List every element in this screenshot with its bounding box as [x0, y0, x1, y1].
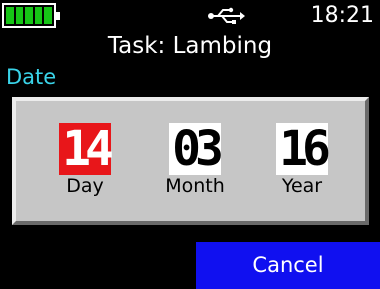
page-title: Task: Lambing	[107, 33, 273, 59]
month-label: Month	[165, 175, 225, 197]
usb-icon	[208, 7, 245, 24]
cancel-button[interactable]: Cancel	[196, 242, 380, 289]
year-value[interactable]: 16	[276, 123, 331, 175]
battery-cell	[6, 7, 14, 24]
year-field[interactable]: 16 Year	[252, 123, 352, 197]
battery-icon	[2, 3, 60, 28]
battery-cell	[44, 7, 52, 24]
clock: 18:21	[310, 3, 374, 28]
month-field[interactable]: 03 Month	[145, 123, 245, 197]
year-label: Year	[281, 175, 323, 197]
day-field[interactable]: 14 Day	[35, 123, 135, 197]
battery-cell	[15, 7, 24, 24]
date-picker: 14 Day 03 Month 16 Year	[12, 97, 369, 225]
month-value[interactable]: 03	[169, 123, 224, 175]
battery-terminal	[56, 12, 60, 20]
section-label-date: Date	[6, 65, 57, 89]
battery-cell	[34, 7, 43, 24]
battery-cell	[25, 7, 33, 24]
day-label: Day	[66, 175, 104, 197]
day-value[interactable]: 14	[59, 123, 114, 175]
